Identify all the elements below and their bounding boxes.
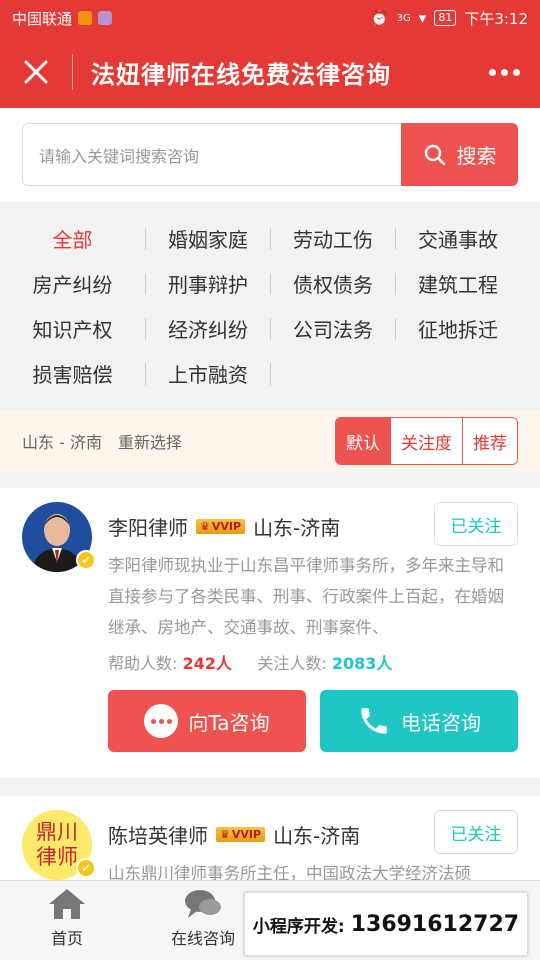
dot-icon [489,68,496,76]
dot-icon [501,68,508,76]
alarm-icon: ⏰ [369,9,389,27]
phone-button-label: 电话咨询 [401,710,481,735]
lawyer-header: 李阳律师 ♛ VVIP 山东-济南 [108,512,340,541]
category-item[interactable]: 婚姻家庭 [146,224,270,253]
divider [270,362,271,385]
carrier-label: 中国联通 [12,9,73,28]
reselect-link[interactable]: 重新选择 [118,429,182,453]
tab-label: 在线咨询 [170,929,235,948]
lawyer-name: 陈培英律师 [108,824,208,848]
avatar-logo: 鼎川律师 [36,820,78,869]
category-row: 房产纠纷 刑事辩护 债权债务 建筑工程 [0,261,540,306]
vip-label: VVIP [231,828,262,841]
chat-bubble-icon [144,704,179,738]
category-item[interactable]: 征地拆迁 [396,314,520,343]
home-icon [49,889,85,919]
category-item[interactable]: 刑事辩护 [146,269,270,298]
lawyer-stats: 帮助人数: 242人 关注人数: 2083人 [108,650,392,674]
battery-indicator: 81 [434,10,457,26]
phone-icon [361,708,387,734]
network-label: 3G [396,12,411,24]
category-row: 损害赔偿 上市融资 [0,351,540,396]
crown-icon: ♛ [200,520,210,533]
category-item[interactable]: 债权债务 [271,269,395,298]
promo-phone: 13691612727 [350,911,520,937]
dot-icon [513,68,520,76]
app-notification-icon [98,11,113,25]
category-item[interactable]: 损害赔偿 [0,359,145,388]
category-item[interactable]: 交通事故 [396,224,520,253]
category-item[interactable]: 房产纠纷 [0,269,145,298]
followers-count: 2083人 [331,654,393,673]
vip-label: VVIP [211,520,242,533]
vip-badge: ♛ VVIP [216,827,266,842]
search-icon [424,144,445,165]
sort-recommended[interactable]: 推荐 [462,418,517,464]
lawyer-name: 李阳律师 [108,516,188,540]
lawyer-description: 李阳律师现执业于山东昌平律师事务所，多年来主导和直接参与了各类民事、刑事、行政案… [108,556,504,637]
follow-button[interactable]: 已关注 [434,810,518,854]
clock: 下午3:12 [464,9,528,28]
crown-icon: ♛ [220,828,230,841]
promo-banner: 小程序开发: 13691612727 [244,892,528,956]
lawyer-header: 陈培英律师 ♛ VVIP 山东-济南 [108,820,360,849]
category-item[interactable]: 经济纠纷 [146,314,270,343]
category-grid: 全部 婚姻家庭 劳动工伤 交通事故 房产纠纷 刑事辩护 债权债务 建筑工程 知识… [0,202,540,410]
sort-tabs: 默认 关注度 推荐 [335,417,518,465]
promo-label: 小程序开发: [252,916,345,937]
helped-label: 帮助人数: [108,654,178,673]
category-item[interactable]: 上市融资 [146,359,270,388]
search-section: 请输入关键词搜索咨询 搜索 [0,108,540,202]
category-all[interactable]: 全部 [0,224,145,253]
follow-button[interactable]: 已关注 [434,502,518,546]
sort-default[interactable]: 默认 [336,418,390,464]
location-label: 山东 - 济南 [22,433,102,452]
verified-icon: ✔ [76,858,96,878]
status-bar: 中国联通 ⏰ 3G ▾ 81 下午3:12 [0,0,540,36]
verified-icon: ✔ [76,550,96,570]
followers-label: 关注人数: [257,654,327,673]
title-divider [72,54,73,90]
close-icon [24,60,48,84]
category-item[interactable]: 知识产权 [0,314,145,343]
helped-count: 242人 [182,654,232,673]
lawyer-card[interactable]: ✔ 李阳律师 ♛ VVIP 山东-济南 已关注 李阳律师现执业于山东昌平律师事务所… [0,488,540,778]
filter-bar: 山东 - 济南 重新选择 默认 关注度 推荐 [0,410,540,472]
close-button[interactable] [0,36,72,108]
wifi-icon: ▾ [418,9,427,27]
tab-online-consult[interactable]: 在线咨询 [148,887,258,949]
consult-button-label: 向Ta咨询 [188,710,270,735]
lawyer-region: 山东-济南 [253,516,341,540]
title-bar: 法妞律师在线免费法律咨询 [0,36,540,108]
search-button[interactable]: 搜索 [401,123,518,186]
category-row: 知识产权 经济纠纷 公司法务 征地拆迁 [0,306,540,351]
phone-consult-button[interactable]: 电话咨询 [320,690,518,752]
tab-home[interactable]: 首页 [12,887,122,949]
app-notification-icon [78,11,93,25]
lawyer-region: 山东-济南 [273,824,361,848]
consult-button[interactable]: 向Ta咨询 [108,690,306,752]
category-item[interactable]: 公司法务 [271,314,395,343]
sort-popularity[interactable]: 关注度 [390,418,462,464]
search-button-label: 搜索 [456,144,497,168]
category-item[interactable]: 劳动工伤 [271,224,395,253]
page-title: 法妞律师在线免费法律咨询 [91,60,391,89]
vip-badge: ♛ VVIP [196,519,246,534]
chat-icon [185,890,221,918]
search-input[interactable]: 请输入关键词搜索咨询 [22,123,402,186]
category-row: 全部 婚姻家庭 劳动工伤 交通事故 [0,216,540,261]
category-item[interactable]: 建筑工程 [396,269,520,298]
more-menu-button[interactable] [489,68,520,76]
tab-label: 首页 [50,929,83,948]
